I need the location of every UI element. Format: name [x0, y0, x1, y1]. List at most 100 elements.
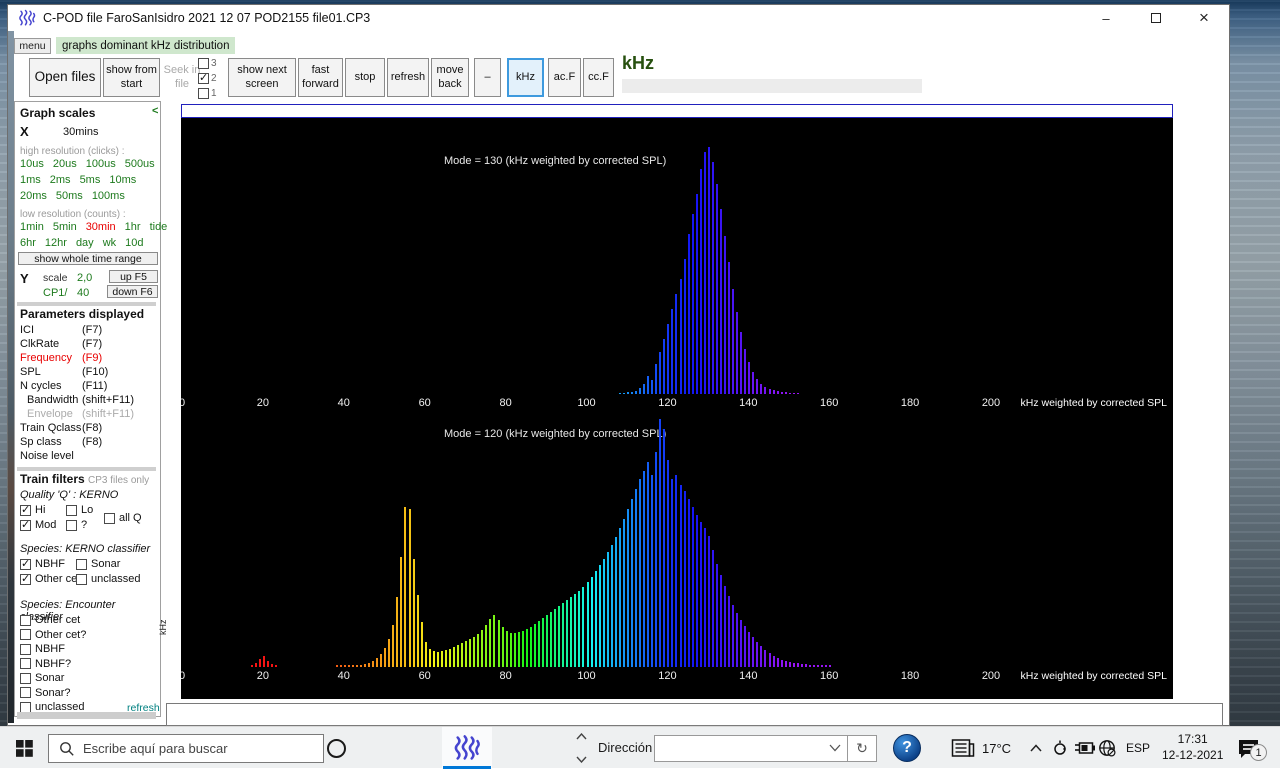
show-from-start-button[interactable]: show from start: [103, 58, 160, 97]
scale-link[interactable]: 50ms: [56, 190, 83, 206]
quality-item[interactable]: ?: [66, 519, 87, 531]
parameter-row[interactable]: Bandwidth (shift+F11): [20, 394, 158, 408]
encounter-item[interactable]: Sonar?: [20, 686, 158, 700]
taskbar-clock[interactable]: 17:31 12-12-2021: [1162, 727, 1223, 769]
show-whole-range-button[interactable]: show whole time range: [18, 252, 158, 265]
screen-checkbox[interactable]: [198, 71, 209, 84]
kerno-item[interactable]: Sonar: [76, 558, 120, 570]
kerno-item[interactable]: Other cet: [20, 572, 80, 585]
parameter-row[interactable]: ClkRate (F7): [20, 338, 158, 352]
parameter-row[interactable]: N cycles (F11): [20, 380, 158, 394]
quality-checkboxes[interactable]: Hi Lo Mod? all Q: [20, 503, 158, 534]
refresh-button[interactable]: refresh: [387, 58, 429, 97]
fast-forward-button[interactable]: fast forward: [298, 58, 343, 97]
network-tray-icon[interactable]: [1098, 727, 1116, 769]
quality-checkbox[interactable]: [104, 512, 115, 524]
kerno-checkbox[interactable]: [20, 557, 31, 570]
scale-link[interactable]: 30min: [86, 221, 116, 237]
parameter-row[interactable]: Frequency (F9): [20, 352, 158, 366]
scale-link[interactable]: day: [76, 237, 94, 253]
khz-mode-button[interactable]: kHz: [507, 58, 544, 97]
scale-link[interactable]: 500us: [125, 158, 155, 174]
show-next-screen-button[interactable]: show next screen: [228, 58, 296, 97]
encounter-checkbox[interactable]: [20, 643, 31, 655]
address-go-button[interactable]: ↻: [848, 735, 877, 762]
encounter-checkbox[interactable]: [20, 701, 31, 713]
screen-select-checkboxes[interactable]: 3 2 1: [198, 56, 228, 101]
y-down-button[interactable]: down F6: [107, 285, 158, 298]
encounter-item[interactable]: NBHF: [20, 642, 158, 656]
close-button[interactable]: ×: [1181, 5, 1227, 31]
parameter-row[interactable]: SPL (F10): [20, 366, 158, 380]
toolbar-expand-chevrons[interactable]: [574, 733, 588, 763]
screen-checkbox-row[interactable]: 3: [198, 56, 228, 70]
encounter-checkbox[interactable]: [20, 672, 31, 684]
ccf-button[interactable]: cc.F: [583, 58, 614, 97]
menu-button[interactable]: menu: [14, 38, 51, 54]
low-res-scale-links[interactable]: 1min 5min 30min 1hr tide 6hr 12hr day wk 10d: [20, 221, 167, 253]
quality-checkbox[interactable]: [20, 503, 31, 516]
kerno-checkbox[interactable]: [20, 572, 31, 585]
parameter-row[interactable]: Sp class (F8): [20, 436, 158, 450]
power-tray-icon[interactable]: [1074, 727, 1096, 769]
kerno-item[interactable]: NBHF: [20, 557, 65, 570]
open-files-button[interactable]: Open files: [29, 58, 101, 97]
parameter-row[interactable]: Noise level: [20, 450, 158, 464]
scale-link[interactable]: wk: [103, 237, 116, 253]
quality-item[interactable]: Lo: [66, 504, 93, 516]
scale-link[interactable]: 12hr: [45, 237, 67, 253]
move-back-button[interactable]: move back: [431, 58, 469, 97]
sidebar-scrollbar[interactable]: [17, 712, 156, 719]
sync-tray-icon[interactable]: [1052, 727, 1068, 769]
kerno-checkbox[interactable]: [76, 558, 87, 570]
encounter-checkbox[interactable]: [20, 614, 31, 626]
screen-checkbox-row[interactable]: 2: [198, 71, 228, 85]
language-indicator[interactable]: ESP: [1126, 727, 1150, 769]
parameter-row[interactable]: Envelope (shift+F11): [20, 408, 158, 422]
encounter-checkboxes[interactable]: Other cet Other cet? NBHF NBHF? Sonar Sonar? u…: [20, 613, 158, 715]
encounter-item[interactable]: Other cet?: [20, 628, 158, 642]
taskbar-search[interactable]: [48, 734, 324, 763]
stop-button[interactable]: stop: [345, 58, 385, 97]
scale-link[interactable]: 100us: [86, 158, 116, 174]
screen-checkbox-row[interactable]: 1: [198, 86, 228, 100]
scale-link[interactable]: 20us: [53, 158, 77, 174]
kerno-checkboxes[interactable]: NBHF Sonar Other cet unclassed: [20, 557, 158, 588]
scale-link[interactable]: 1ms: [20, 174, 41, 190]
hidden-icons-chevron[interactable]: [1030, 727, 1042, 769]
encounter-checkbox[interactable]: [20, 658, 31, 669]
news-widget[interactable]: [951, 727, 975, 769]
scale-link[interactable]: 10ms: [109, 174, 136, 190]
start-button[interactable]: [0, 727, 48, 769]
minimize-trace-button[interactable]: –: [474, 58, 501, 97]
quality-item[interactable]: all Q: [104, 512, 142, 524]
scale-link[interactable]: 1min: [20, 221, 44, 237]
scale-link[interactable]: tide: [150, 221, 168, 237]
address-combobox[interactable]: [654, 735, 848, 762]
scale-link[interactable]: 10d: [125, 237, 143, 253]
encounter-checkbox[interactable]: [20, 629, 31, 640]
screen-checkbox[interactable]: [198, 57, 209, 69]
scale-link[interactable]: 5ms: [80, 174, 101, 190]
scale-link[interactable]: 10us: [20, 158, 44, 174]
scale-link[interactable]: 5min: [53, 221, 77, 237]
taskbar-cpod-app[interactable]: [442, 727, 492, 769]
quality-item[interactable]: Mod: [20, 518, 56, 531]
weather-temperature[interactable]: 17°C: [982, 727, 1011, 769]
cortana-icon[interactable]: [327, 739, 346, 758]
scale-link[interactable]: 2ms: [50, 174, 71, 190]
search-input[interactable]: [83, 741, 323, 756]
scale-link[interactable]: 100ms: [92, 190, 125, 206]
scale-link[interactable]: 6hr: [20, 237, 36, 253]
quality-item[interactable]: Hi: [20, 503, 45, 516]
hi-res-scale-links[interactable]: 10us 20us 100us 500us 1ms 2ms 5ms 10ms 20ms 50ms 1…: [20, 158, 155, 206]
encounter-item[interactable]: Sonar: [20, 671, 158, 685]
quality-checkbox[interactable]: [20, 518, 31, 531]
acf-button[interactable]: ac.F: [548, 58, 581, 97]
quality-checkbox[interactable]: [66, 504, 77, 516]
kerno-checkbox[interactable]: [76, 573, 87, 585]
encounter-checkbox[interactable]: [20, 687, 31, 698]
encounter-item[interactable]: Other cet: [20, 613, 158, 627]
maximize-button[interactable]: [1133, 5, 1179, 31]
encounter-item[interactable]: NBHF?: [20, 657, 158, 671]
